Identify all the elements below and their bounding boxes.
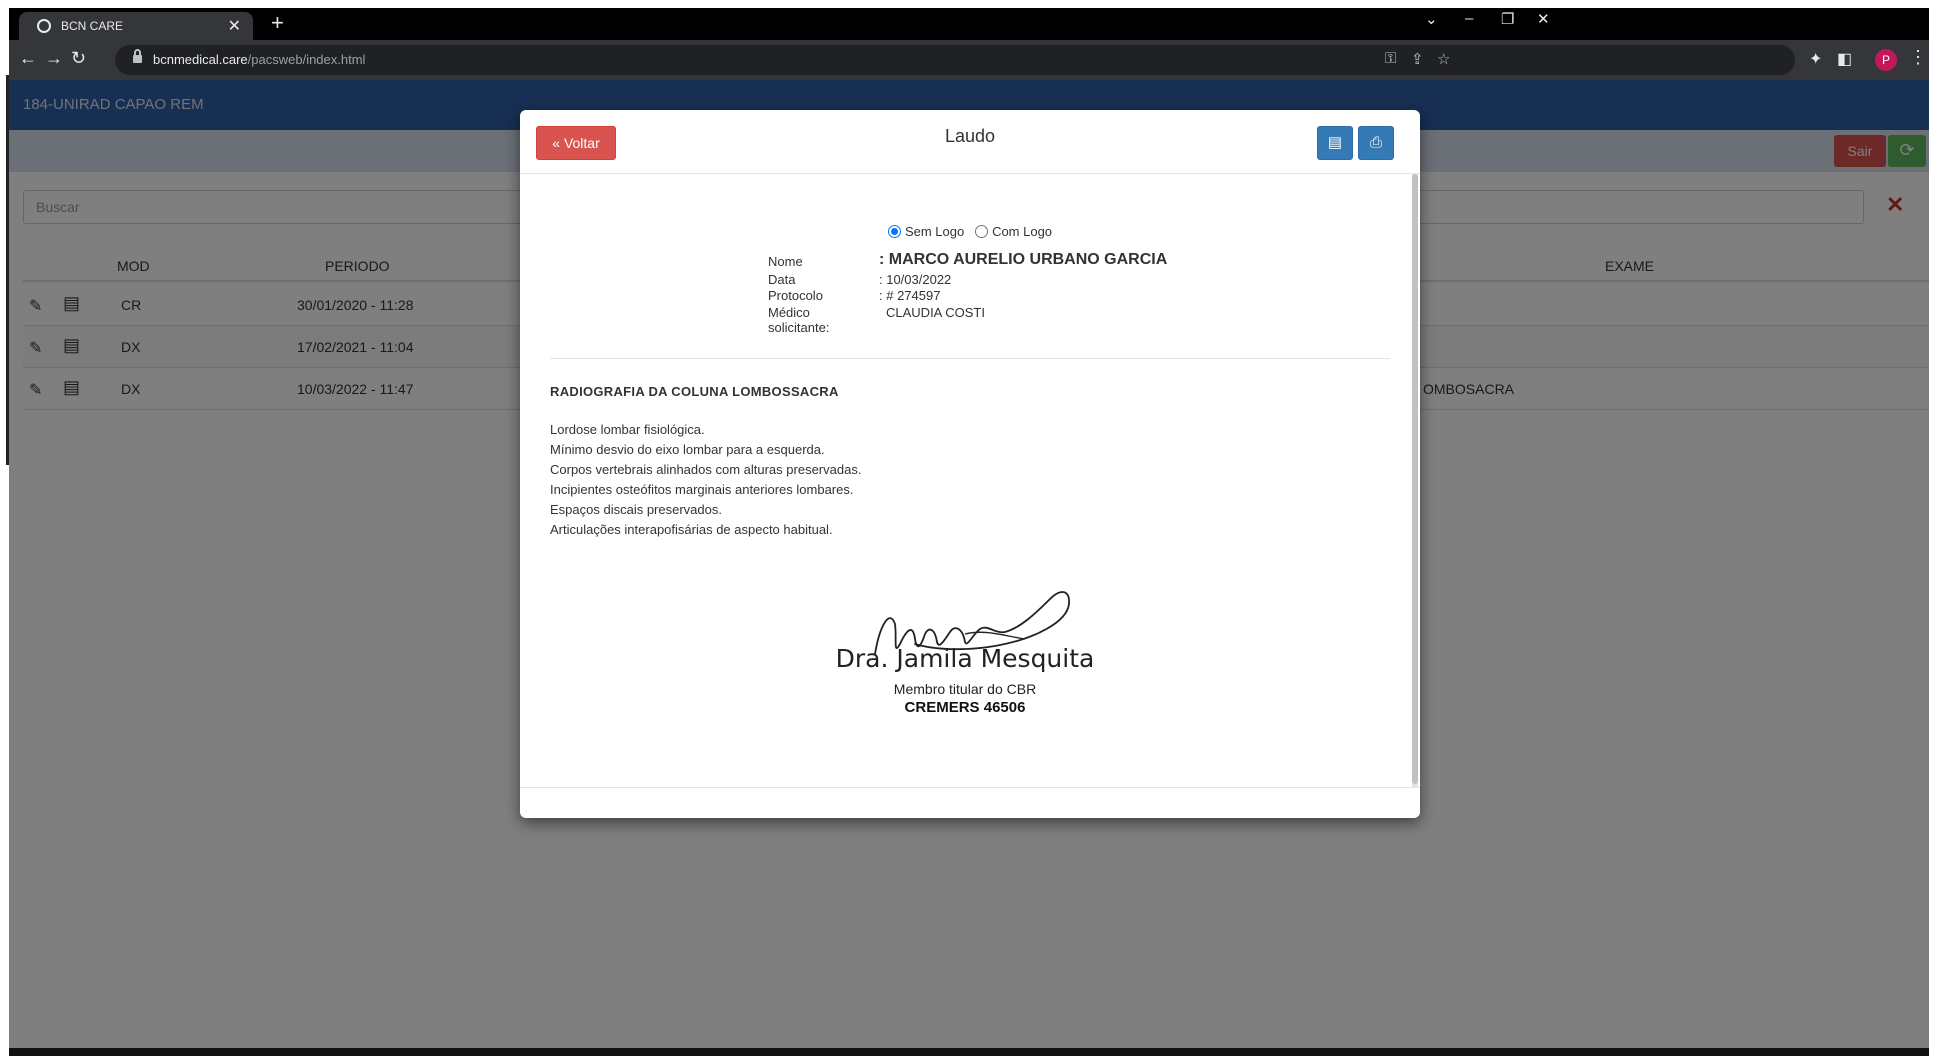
back-icon[interactable]: ← xyxy=(19,48,37,69)
taskbar-strip xyxy=(9,1048,1929,1056)
radio-unchecked-icon xyxy=(975,225,989,238)
window-left-edge xyxy=(0,0,9,1056)
page-viewport: 184-UNIRAD CAPAO REM Sair ⟳ ✕ MOD PERIOD… xyxy=(9,80,1929,1048)
file-icon: ▤ xyxy=(1327,134,1343,151)
modal-header: « Voltar Laudo ▤ ⎙ xyxy=(520,110,1420,174)
lock-icon xyxy=(133,49,142,63)
pdf-button[interactable]: ▤ xyxy=(1317,126,1353,160)
radio-com-logo-label: Com Logo xyxy=(992,224,1053,239)
print-icon: ⎙ xyxy=(1369,134,1382,151)
browser-toolbar: ← → ↻ bcnmedical.care/pacsweb/index.html… xyxy=(9,40,1929,80)
minimize-icon[interactable]: – xyxy=(1465,10,1473,27)
radio-com-logo[interactable]: Com Logo xyxy=(975,224,1052,239)
report-title: RADIOGRAFIA DA COLUNA LOMBOSSACRA xyxy=(550,384,839,399)
address-bar[interactable]: bcnmedical.care/pacsweb/index.html ⚿ ⇪ ☆ xyxy=(115,45,1795,75)
report-modal: « Voltar Laudo ▤ ⎙ Sem Logo Com Logo Nom… xyxy=(520,110,1420,818)
patient-name-value: : MARCO AURELIO URBANO GARCIA xyxy=(879,251,1168,268)
modal-title: Laudo xyxy=(944,126,996,146)
signature-name: Dra. Jamila Mesquita xyxy=(835,644,1095,673)
protocol-value: : # 274597 xyxy=(879,288,941,303)
signature-block: Dra. Jamila Mesquita Membro titular do C… xyxy=(830,584,1100,724)
finding-line: Espaços discais preservados. xyxy=(550,502,722,517)
forward-icon[interactable]: → xyxy=(45,48,63,69)
globe-icon xyxy=(37,19,51,33)
finding-line: Mínimo desvio do eixo lombar para a esqu… xyxy=(550,442,825,457)
requesting-doctor-label: Médico solicitante: xyxy=(768,305,830,335)
browser-tab-bar: BCN CARE ✕ + ⌄ – ❐ ✕ xyxy=(9,8,1929,40)
exam-date-value: : 10/03/2022 xyxy=(879,272,952,287)
browser-tab[interactable]: BCN CARE ✕ xyxy=(19,12,253,40)
radio-sem-logo-label: Sem Logo xyxy=(904,224,965,239)
requesting-doctor-value: CLAUDIA COSTI xyxy=(886,305,985,320)
logo-options: Sem Logo Com Logo xyxy=(520,224,1420,239)
radio-checked-icon xyxy=(887,225,901,238)
key-icon[interactable]: ⚿ xyxy=(1385,50,1396,67)
protocol-label: Protocolo xyxy=(768,288,823,303)
tab-close-icon[interactable]: ✕ xyxy=(228,16,241,36)
finding-line: Lordose lombar fisiológica. xyxy=(550,422,705,437)
tab-title: BCN CARE xyxy=(61,19,124,33)
side-panel-icon[interactable]: ◧ xyxy=(1837,49,1852,69)
restore-icon[interactable]: ❐ xyxy=(1501,10,1514,28)
finding-line: Incipientes osteófitos marginais anterio… xyxy=(550,482,854,497)
exam-date-label: Data xyxy=(768,272,796,287)
extensions-icon[interactable]: ✦ xyxy=(1809,49,1822,69)
tab-search-icon[interactable]: ⌄ xyxy=(1425,10,1438,28)
window-right-edge xyxy=(1929,0,1936,1056)
bookmark-star-icon[interactable]: ☆ xyxy=(1437,50,1450,68)
finding-line: Corpos vertebrais alinhados com alturas … xyxy=(550,462,862,477)
print-button[interactable]: ⎙ xyxy=(1358,126,1394,160)
radio-sem-logo[interactable]: Sem Logo xyxy=(887,224,965,239)
patient-name-label: Nome xyxy=(768,254,803,269)
modal-body: Sem Logo Com Logo Nome : MARCO AURELIO U… xyxy=(520,174,1420,788)
modal-scrollbar[interactable] xyxy=(1412,174,1418,787)
finding-line: Articulações interapofisárias de aspecto… xyxy=(550,522,833,537)
new-tab-button[interactable]: + xyxy=(271,10,284,36)
signature-crm: CREMERS 46506 xyxy=(904,699,1026,716)
share-icon[interactable]: ⇪ xyxy=(1411,50,1424,68)
signature-role: Membro titular do CBR xyxy=(893,681,1037,697)
menu-kebab-icon[interactable]: ⋮ xyxy=(1909,47,1927,68)
profile-avatar[interactable]: P xyxy=(1875,49,1897,71)
reload-icon[interactable]: ↻ xyxy=(71,48,86,69)
report-findings: Lordose lombar fisiológica. Mínimo desvi… xyxy=(550,420,861,540)
divider xyxy=(550,358,1390,359)
window-close-icon[interactable]: ✕ xyxy=(1537,10,1550,28)
url-text: bcnmedical.care/pacsweb/index.html xyxy=(153,52,366,67)
